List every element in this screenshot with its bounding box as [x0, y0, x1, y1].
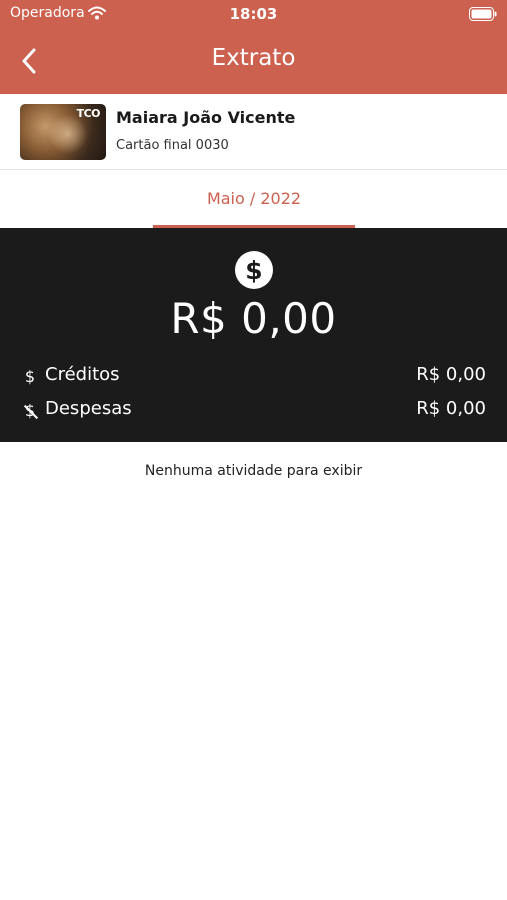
empty-state-message: Nenhuma atividade para exibir [144, 463, 363, 479]
expenses-value: R$ 0,00 [416, 398, 486, 419]
expenses-label: Despesas [45, 398, 132, 419]
battery-icon [469, 6, 497, 21]
credits-label: Créditos [45, 364, 120, 385]
expenses-row: $ Despesas R$ 0,00 [0, 396, 507, 424]
credits-value: R$ 0,00 [416, 364, 486, 385]
statement-screen: Operadora 18:03 Extrato TCO Maiara João … [0, 0, 507, 900]
balance-amount: R$ 0,00 [170, 294, 337, 343]
card-owner-name: Maiara João Vicente [116, 108, 296, 127]
card-image: TCO [20, 104, 106, 160]
status-time: 18:03 [229, 5, 278, 23]
month-tabbar: Maio / 2022 [0, 170, 507, 228]
tab-month-label: Maio / 2022 [206, 189, 302, 208]
status-bar: Operadora 18:03 [0, 0, 507, 28]
dollar-icon: $ [24, 366, 36, 386]
tab-month[interactable]: Maio / 2022 [153, 170, 355, 228]
header: Operadora 18:03 Extrato [0, 0, 507, 94]
page-title: Extrato [211, 45, 296, 71]
credits-row: $ Créditos R$ 0,00 [0, 362, 507, 390]
card-image-art [48, 114, 88, 154]
dollar-circle-icon: $ [235, 251, 273, 289]
navigation-bar: Extrato [0, 28, 507, 94]
card-logo: TCO [76, 107, 101, 120]
card-info: TCO Maiara João Vicente Cartão final 003… [0, 94, 507, 170]
dollar-off-icon: $ [24, 400, 36, 420]
balance-summary: $ R$ 0,00 $ Créditos R$ 0,00 $ Despesas … [0, 228, 507, 442]
card-number: Cartão final 0030 [116, 138, 229, 153]
